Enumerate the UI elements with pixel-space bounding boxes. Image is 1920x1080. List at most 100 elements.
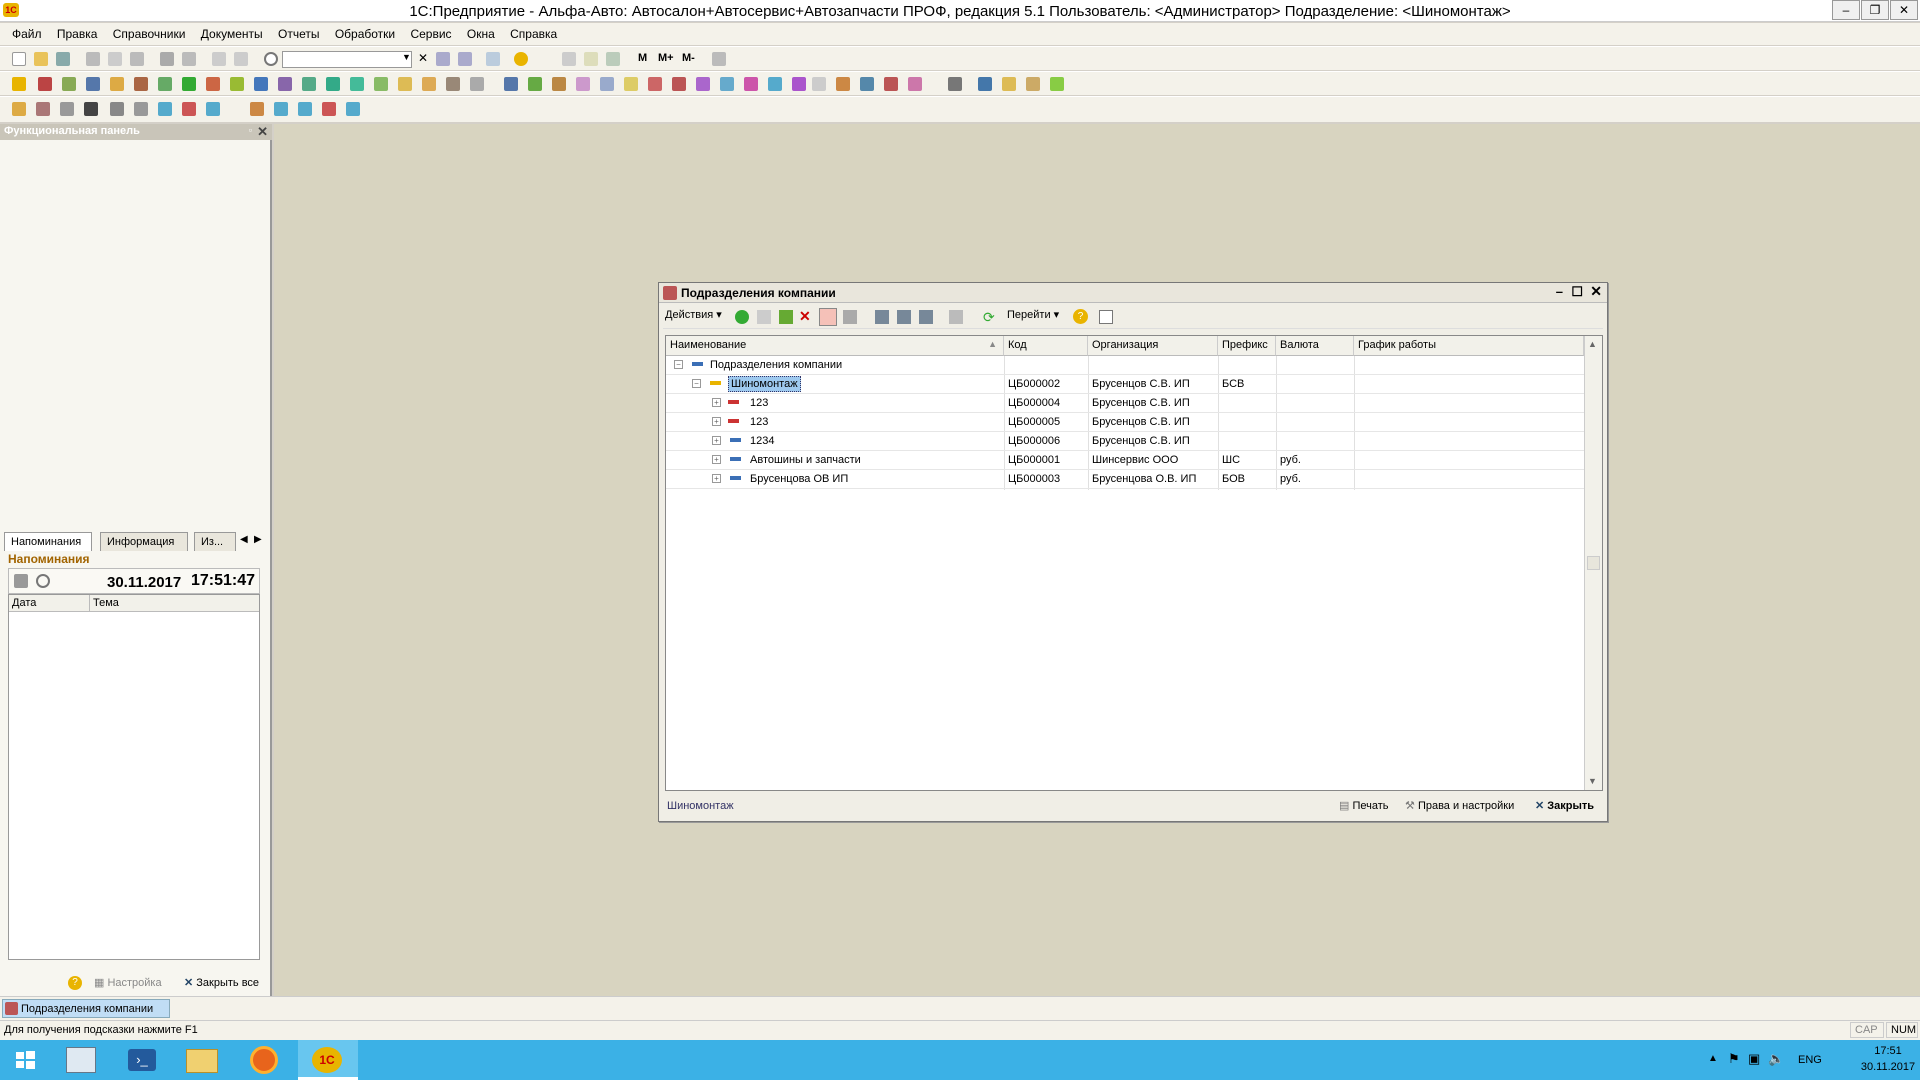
search-input[interactable] [282, 51, 412, 68]
doc-icon-15[interactable] [274, 102, 288, 116]
catalog-icon-7[interactable] [158, 77, 172, 91]
col-currency[interactable]: Валюта [1276, 336, 1354, 356]
memory-m[interactable]: M [638, 52, 647, 64]
menu-documents[interactable]: Документы [195, 23, 269, 41]
wheel-icon[interactable] [60, 102, 74, 116]
refresh-icon[interactable]: ⟳ [983, 309, 995, 326]
taskbar-powershell[interactable]: ›_ [114, 1040, 172, 1080]
table-row[interactable]: − Шиномонтаж ЦБ000002 Брусенцов С.В. ИП … [666, 375, 1584, 394]
bell-icon[interactable] [12, 102, 26, 116]
taskbar-server-manager[interactable] [54, 1040, 112, 1080]
tab-scroll-left-icon[interactable]: ◀ [240, 534, 248, 545]
col-topic[interactable]: Тема [93, 597, 119, 609]
menu-service[interactable]: Сервис [404, 23, 457, 41]
table-row[interactable]: + 1234 ЦБ000006 Брусенцов С.В. ИП [666, 432, 1584, 451]
doc-icon-6[interactable] [624, 77, 638, 91]
table-row[interactable]: + 123 ЦБ000004 Брусенцов С.В. ИП [666, 394, 1584, 413]
tab-reminders[interactable]: Напоминания [4, 532, 92, 551]
col-date[interactable]: Дата [12, 597, 36, 609]
clear-search-icon[interactable]: ✕ [418, 51, 428, 65]
table-row[interactable]: − Подразделения компании [666, 356, 1584, 375]
wrench-icon[interactable] [110, 102, 124, 116]
taskbar-date[interactable]: 30.11.2017 [1856, 1061, 1920, 1073]
new-icon[interactable] [12, 52, 26, 66]
collapse-icon[interactable]: − [674, 360, 683, 369]
table-row[interactable]: + 123 ЦБ000005 Брусенцов С.В. ИП [666, 413, 1584, 432]
doc-icon-8[interactable] [672, 77, 686, 91]
print-icon[interactable] [160, 52, 174, 66]
tools-icon[interactable] [712, 52, 726, 66]
doc-icon-2[interactable] [528, 77, 542, 91]
mark-delete-icon[interactable] [819, 308, 837, 326]
tab-more[interactable]: Из... [194, 532, 236, 551]
catalog-icon-13[interactable] [302, 77, 316, 91]
dialog-close-footer-button[interactable]: ✕ Закрыть [1535, 799, 1594, 812]
delete-icon[interactable]: ✕ [799, 308, 811, 325]
close-window-button[interactable]: ✕ [1890, 0, 1918, 20]
users-icon[interactable] [606, 52, 620, 66]
menu-help[interactable]: Справка [504, 23, 563, 41]
filter-history-icon[interactable] [919, 310, 933, 324]
car-icon[interactable] [36, 102, 50, 116]
close-all-button[interactable]: ✕ Закрыть все [184, 976, 259, 989]
catalog-icon-19[interactable] [446, 77, 460, 91]
catalog-icon-9[interactable] [206, 77, 220, 91]
catalog-icon-1[interactable] [12, 77, 26, 91]
vertical-scrollbar[interactable]: ▲ ▼ [1584, 336, 1602, 790]
expand-icon[interactable]: + [712, 436, 721, 445]
preview-icon[interactable] [182, 52, 196, 66]
catalog-icon-4[interactable] [86, 77, 100, 91]
menu-reports[interactable]: Отчеты [272, 23, 325, 41]
find-prev-icon[interactable] [458, 52, 472, 66]
list-settings-icon[interactable] [1099, 310, 1113, 324]
flag-icon[interactable]: ⚑ [1728, 1051, 1740, 1067]
catalog-icon-14[interactable] [326, 77, 340, 91]
chevron-down-icon[interactable]: ▼ [402, 52, 411, 62]
tab-scroll-right-icon[interactable]: ▶ [254, 534, 262, 545]
filter-icon[interactable] [875, 310, 889, 324]
expand-icon[interactable]: + [712, 417, 721, 426]
redo-icon[interactable] [234, 52, 248, 66]
doc-icon-1[interactable] [504, 77, 518, 91]
dialog-close-button[interactable]: ✕ [1590, 283, 1602, 300]
money-icon[interactable] [182, 77, 196, 91]
actions-menu[interactable]: Действия ▾ [665, 308, 722, 326]
doc-icon-17[interactable] [322, 102, 336, 116]
search-reminder-icon[interactable] [36, 574, 50, 588]
help-icon[interactable]: ? [68, 976, 82, 990]
dialog-help-icon[interactable]: ? [1073, 309, 1088, 324]
col-code[interactable]: Код [1004, 336, 1088, 356]
copy-icon[interactable] [108, 52, 122, 66]
menu-file[interactable]: Файл [0, 23, 48, 41]
settings-button[interactable]: ▦ Настройка [94, 976, 162, 989]
doc-icon-9[interactable] [696, 77, 710, 91]
catalog-icon-10[interactable] [230, 77, 244, 91]
book-icon[interactable] [978, 77, 992, 91]
search-icon[interactable] [264, 52, 278, 66]
doc-icon-12[interactable] [768, 77, 782, 91]
open-icon[interactable] [34, 52, 48, 66]
restore-button[interactable]: ❐ [1861, 0, 1889, 20]
expand-icon[interactable]: + [712, 474, 721, 483]
copy-item-icon[interactable] [843, 310, 857, 324]
memory-m-plus[interactable]: M+ [658, 52, 674, 64]
catalog-icon-16[interactable] [374, 77, 388, 91]
doc-icon-3[interactable] [552, 77, 566, 91]
volume-muted-icon[interactable]: 🔈 [1768, 1051, 1784, 1067]
doc-icon-5[interactable] [600, 77, 614, 91]
doc-icon-4[interactable] [576, 77, 590, 91]
catalog-icon-15[interactable] [350, 77, 364, 91]
save-icon[interactable] [56, 52, 70, 66]
add-icon[interactable] [735, 310, 749, 324]
calculator-icon[interactable] [562, 52, 576, 66]
menu-catalogs[interactable]: Справочники [107, 23, 192, 41]
close-panel-icon[interactable]: ✕ [257, 124, 268, 140]
pin-panel-icon[interactable]: ▫ [249, 125, 252, 135]
catalog-icon-18[interactable] [422, 77, 436, 91]
memory-m-minus[interactable]: M- [682, 52, 695, 64]
edit-icon[interactable] [779, 310, 793, 324]
show-hidden-icons-icon[interactable]: ▲ [1708, 1053, 1718, 1064]
report-icon-6[interactable] [948, 77, 962, 91]
doc-icon-10[interactable] [720, 77, 734, 91]
catalog-icon-5[interactable] [110, 77, 124, 91]
